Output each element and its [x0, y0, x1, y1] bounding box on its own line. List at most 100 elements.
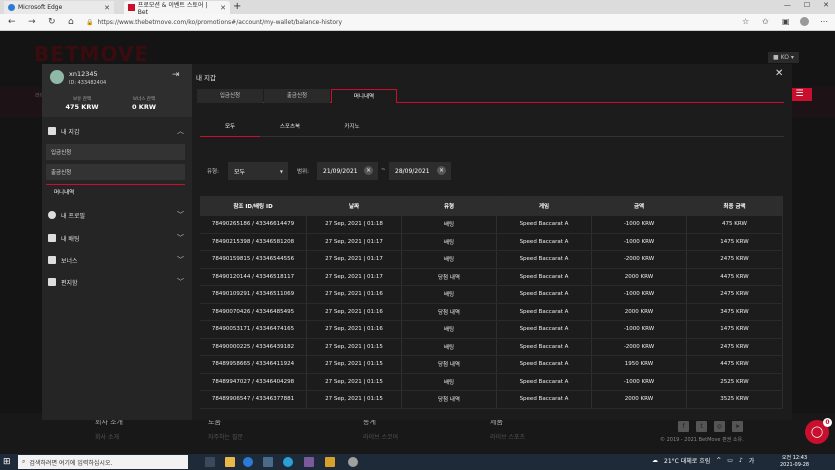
close-icon[interactable]: ✕	[775, 68, 783, 79]
logout-icon[interactable]: ⇥	[172, 70, 180, 80]
twitter-icon[interactable]: t	[696, 421, 707, 432]
wallet-tabs: 입금신청 출금신청 머니내역	[197, 89, 784, 103]
type-select[interactable]: 모두 ▼	[228, 162, 288, 180]
refresh-icon[interactable]: ↻	[48, 17, 56, 27]
table-cell: Speed Baccarat A	[497, 321, 592, 338]
clear-icon[interactable]: ×	[437, 166, 446, 175]
edge-taskbar-icon[interactable]	[243, 457, 253, 467]
chevron-down-icon: ▾	[790, 54, 794, 61]
home-icon[interactable]: ⌂	[68, 17, 74, 27]
language-selector[interactable]: ■ KO ▾	[768, 52, 799, 63]
favorite-icon[interactable]: ☆	[742, 17, 749, 26]
table-cell: 3475 KRW	[687, 303, 783, 320]
date-to-value: 28/09/2021	[395, 167, 430, 175]
minimize-icon[interactable]: —	[784, 1, 791, 9]
subtab-casino[interactable]: 카지노	[322, 122, 382, 130]
user-box: xn12345 ID: 433482404 ⇥ 보유 잔액 475 KRW 보너…	[42, 64, 192, 117]
type-value: 모두	[234, 168, 246, 176]
sidebar-sub-deposit[interactable]: 입금신청	[46, 144, 185, 160]
url-input[interactable]: 🔒 https://www.thebetmove.com/ko/promotio…	[86, 16, 726, 29]
table-cell: Speed Baccarat A	[497, 216, 592, 233]
close-tab-icon[interactable]: ✕	[220, 4, 226, 12]
table-cell: Speed Baccarat A	[497, 391, 592, 408]
browser-tab-title: Microsoft Edge	[18, 4, 63, 11]
balance-label: 보유 잔액	[73, 97, 91, 102]
sidebar-item-label: 편지함	[61, 279, 78, 287]
footer-link[interactable]: 자주하는 질문	[208, 432, 243, 441]
chevron-down-icon: ﹀	[177, 278, 184, 286]
url-text: https://www.thebetmove.com/ko/promotions…	[97, 19, 343, 26]
instagram-icon[interactable]: ◎	[714, 421, 725, 432]
sidebar-sub-history[interactable]: 머니내역	[46, 184, 185, 198]
app-icon[interactable]	[304, 457, 314, 467]
keyboard-icon[interactable]: 가	[749, 456, 755, 465]
browser-tab-betmove[interactable]: 프로모션 & 이벤트 스토어 | Bet ✕	[124, 1, 230, 16]
subtab-all[interactable]: 모두	[200, 122, 260, 137]
task-view-icon[interactable]	[205, 457, 215, 467]
store-icon[interactable]	[263, 457, 273, 467]
sidebar-sub-withdraw[interactable]: 출금신청	[46, 164, 185, 180]
tab-deposit[interactable]: 입금신청	[197, 89, 263, 103]
sidebar-item-bonus[interactable]: 보너스 ﹀	[42, 250, 192, 270]
modal-title: 내 지갑	[196, 74, 217, 82]
network-icon[interactable]: ▭	[727, 457, 733, 464]
volume-icon[interactable]: ♪	[739, 457, 743, 464]
edge-active-icon[interactable]	[283, 457, 293, 467]
browser-tab-edge[interactable]: Microsoft Edge ✕	[4, 1, 114, 14]
favorites-bar-icon[interactable]: ✩	[762, 17, 769, 26]
table-cell: Speed Baccarat A	[497, 338, 592, 355]
column-header: 유형	[402, 196, 497, 216]
sidebar-item-profile[interactable]: 내 프로필 ﹀	[42, 205, 192, 225]
app-icon[interactable]	[325, 457, 335, 467]
table-cell: Speed Baccarat A	[497, 233, 592, 250]
close-tab-icon[interactable]: ✕	[104, 4, 110, 12]
table-cell: 1475 KRW	[687, 321, 783, 338]
subtab-sportsbook[interactable]: 스포츠북	[260, 122, 320, 130]
windows-taskbar: ⊞ ⌕ 검색하려면 여기에 입력하십시오. ☁ 21°C 대체로 흐림 ^ ▭ …	[0, 454, 835, 470]
table-row: 78490000225 / 43346439182 27 Sep, 2021 | …	[200, 338, 783, 356]
taskbar-search-input[interactable]: ⌕ 검색하려면 여기에 입력하십시오.	[18, 455, 188, 469]
taskbar-clock[interactable]: 오전 12:43 2021-09-28	[780, 455, 809, 469]
chrome-icon[interactable]	[348, 457, 358, 467]
table-cell: 27 Sep, 2021 | 01:15	[307, 356, 402, 373]
table-cell: 27 Sep, 2021 | 01:16	[307, 286, 402, 303]
table-cell: 당첨 내역	[402, 268, 497, 285]
profile-icon[interactable]	[800, 17, 809, 26]
footer-link[interactable]: 라이브 스코어	[363, 432, 398, 441]
edge-icon	[8, 4, 15, 11]
avatar[interactable]	[50, 70, 64, 84]
table-cell: 27 Sep, 2021 | 01:17	[307, 268, 402, 285]
table-cell: Speed Baccarat A	[497, 268, 592, 285]
tab-history[interactable]: 머니내역	[331, 89, 397, 103]
sidebar-sub-label: 출금신청	[51, 170, 72, 176]
weather-text[interactable]: 21°C 대체로 흐림	[664, 456, 710, 465]
telegram-icon[interactable]: ➤	[732, 421, 743, 432]
sidebar-item-wallet[interactable]: 내 지갑 ︿	[42, 121, 192, 141]
clear-icon[interactable]: ×	[364, 166, 373, 175]
bonus-label: 보너스 잔액	[132, 97, 156, 102]
table-cell: Speed Baccarat A	[497, 286, 592, 303]
table-cell: 당첨 내역	[402, 356, 497, 373]
maximize-icon[interactable]: ☐	[804, 1, 810, 9]
new-tab-button[interactable]: +	[233, 1, 241, 12]
footer-link[interactable]: 라이브 스포츠	[490, 432, 525, 441]
tray-arrow-icon[interactable]: ^	[716, 457, 721, 464]
betmove-favicon-icon	[128, 4, 135, 11]
table-cell: -1000 KRW	[592, 286, 687, 303]
close-window-icon[interactable]: ✕	[823, 1, 829, 9]
collections-icon[interactable]: ▣	[782, 17, 790, 26]
facebook-icon[interactable]: f	[678, 421, 689, 432]
back-icon[interactable]: ←	[8, 17, 16, 27]
tab-withdraw[interactable]: 출금신청	[264, 89, 330, 103]
file-explorer-icon[interactable]	[225, 457, 235, 467]
sidebar-item-inbox[interactable]: 편지함 ﹀	[42, 272, 192, 292]
site-logo[interactable]: BETMOVE	[34, 42, 149, 66]
forward-icon[interactable]: →	[28, 17, 36, 27]
windows-start-icon[interactable]: ⊞	[3, 457, 11, 467]
footer-link[interactable]: 회사 소개	[95, 432, 119, 441]
date-to-input[interactable]: 28/09/2021 ×	[389, 162, 451, 180]
more-icon[interactable]: ⋯	[820, 17, 828, 26]
table-cell: 1950 KRW	[592, 356, 687, 373]
sidebar-item-bets[interactable]: 내 배팅 ﹀	[42, 228, 192, 248]
date-from-input[interactable]: 21/09/2021 ×	[317, 162, 378, 180]
